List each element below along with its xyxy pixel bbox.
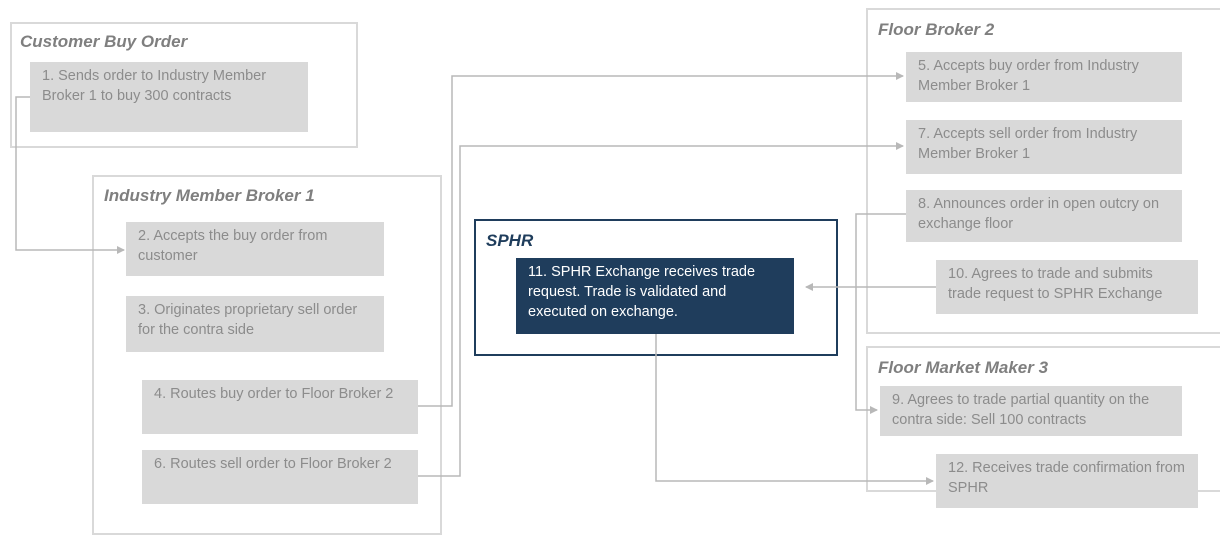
step-12-receives-confirmation: 12. Receives trade confirmation from SPH… bbox=[936, 454, 1198, 508]
floor-market-maker-3-title: Floor Market Maker 3 bbox=[878, 358, 1049, 377]
step-9-agrees-partial-quantity: 9. Agrees to trade partial quantity on t… bbox=[880, 386, 1182, 436]
step-5-accepts-buy-order: 5. Accepts buy order from Industry Membe… bbox=[906, 52, 1182, 102]
step-3-originates-sell-order: 3. Originates proprietary sell order for… bbox=[126, 296, 384, 352]
customer-buy-order-title: Customer Buy Order bbox=[20, 32, 188, 51]
step-10-agrees-and-submits: 10. Agrees to trade and submits trade re… bbox=[936, 260, 1198, 314]
step-7-accepts-sell-order: 7. Accepts sell order from Industry Memb… bbox=[906, 120, 1182, 174]
sphr-title: SPHR bbox=[486, 231, 534, 250]
step-8-announces-order: 8. Announces order in open outcry on exc… bbox=[906, 190, 1182, 242]
step-2-accepts-buy-order: 2. Accepts the buy order from customer bbox=[126, 222, 384, 276]
step-1-sends-order: 1. Sends order to Industry Member Broker… bbox=[30, 62, 308, 132]
industry-member-broker-1-title: Industry Member Broker 1 bbox=[104, 186, 315, 205]
step-11-sphr-exchange-receives: 11. SPHR Exchange receives trade request… bbox=[516, 258, 794, 334]
step-6-routes-sell-order: 6. Routes sell order to Floor Broker 2 bbox=[142, 450, 418, 504]
step-4-routes-buy-order: 4. Routes buy order to Floor Broker 2 bbox=[142, 380, 418, 434]
floor-broker-2-title: Floor Broker 2 bbox=[878, 20, 995, 39]
